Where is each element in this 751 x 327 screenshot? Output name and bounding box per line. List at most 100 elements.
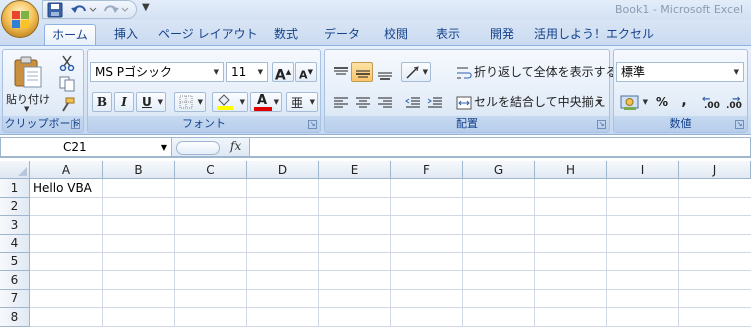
decrease-indent-button[interactable] <box>401 92 423 112</box>
cut-button[interactable] <box>55 53 77 71</box>
gridline <box>30 252 751 253</box>
font-name-combo[interactable]: MS Pゴシック ▼ <box>90 62 224 82</box>
format-painter-button[interactable] <box>55 95 77 113</box>
merge-center-button[interactable]: セルを結合して中央揃え ▼ <box>453 92 606 112</box>
tab-page-layout[interactable]: ページ レイアウト <box>158 24 258 46</box>
column-header[interactable]: G <box>463 161 535 179</box>
comma-style-button[interactable]: , <box>674 92 694 112</box>
alignment-dialog-launcher[interactable]: ↘ <box>597 120 606 129</box>
tab-data[interactable]: データ <box>318 24 366 46</box>
column-header[interactable]: J <box>679 161 751 179</box>
bold-button[interactable]: B <box>92 92 112 112</box>
increase-decimal-button[interactable]: ← .00 <box>700 92 722 112</box>
font-group: MS Pゴシック ▼ 11 ▼ A▲ A▼ B I U ▼ ▼ ▼ A ▼ 亜 … <box>87 49 321 133</box>
fill-color-button[interactable]: ▼ <box>212 92 248 112</box>
decrease-decimal-button[interactable]: → .00 <box>722 92 744 112</box>
font-color-button[interactable]: A ▼ <box>250 92 282 112</box>
copy-icon <box>59 76 75 92</box>
clipboard-dialog-launcher[interactable]: ↘ <box>71 120 80 129</box>
row-header[interactable]: 8 <box>0 308 30 327</box>
ribbon-tab-bar: ホーム 挿入 ページ レイアウト 数式 データ 校閲 表示 開発 活用しよう！エ… <box>0 20 751 46</box>
phonetic-icon: 亜 <box>291 96 304 110</box>
undo-button[interactable] <box>70 2 98 18</box>
number-dialog-launcher[interactable]: ↘ <box>735 120 744 129</box>
formula-bar-controls: fx <box>172 137 250 157</box>
font-color-swatch <box>254 107 272 111</box>
shrink-font-button[interactable]: A▼ <box>295 62 317 82</box>
row-header[interactable]: 5 <box>0 253 30 271</box>
align-middle-button[interactable] <box>351 62 373 82</box>
gridline <box>30 270 751 271</box>
row-header[interactable]: 6 <box>0 271 30 290</box>
gridline <box>30 234 751 235</box>
wrap-text-button[interactable]: 折り返して全体を表示する <box>453 62 618 82</box>
font-dialog-launcher[interactable]: ↘ <box>308 120 317 129</box>
tab-review[interactable]: 校閲 <box>376 24 416 46</box>
gridline <box>678 179 679 327</box>
column-header[interactable]: I <box>607 161 679 179</box>
accounting-format-button[interactable]: ▼ <box>617 92 651 112</box>
column-header[interactable]: E <box>319 161 391 179</box>
tab-katsuyo-excel[interactable]: 活用しよう！エクセル <box>534 24 654 46</box>
row-header[interactable]: 2 <box>0 198 30 216</box>
undo-icon <box>71 5 97 13</box>
row-header[interactable]: 3 <box>0 216 30 235</box>
name-box[interactable]: C21 ▼ <box>0 137 172 157</box>
gridline <box>30 307 751 308</box>
office-button[interactable] <box>1 0 39 38</box>
align-top-button[interactable] <box>329 62 351 82</box>
cell-a1[interactable]: Hello VBA <box>33 181 92 195</box>
phonetic-guide-button[interactable]: 亜 ▼ <box>286 92 318 112</box>
percent-style-button[interactable]: % <box>652 92 672 112</box>
copy-button[interactable] <box>55 74 77 92</box>
font-size-combo[interactable]: 11 ▼ <box>226 62 268 82</box>
row-header[interactable]: 1 <box>0 179 30 198</box>
align-right-button[interactable] <box>373 92 395 112</box>
orientation-button[interactable]: ▼ <box>401 62 431 82</box>
tab-home[interactable]: ホーム <box>44 24 96 46</box>
gridline <box>534 179 535 327</box>
column-header[interactable]: F <box>391 161 463 179</box>
underline-button[interactable]: U ▼ <box>136 92 166 112</box>
row-header[interactable]: 4 <box>0 235 30 253</box>
paste-icon <box>14 56 42 88</box>
select-all-button[interactable] <box>0 161 30 179</box>
borders-button[interactable]: ▼ <box>174 92 206 112</box>
grow-font-button[interactable]: A▲ <box>272 62 294 84</box>
gridline <box>390 179 391 327</box>
number-format-combo[interactable]: 標準 ▼ <box>616 62 744 82</box>
align-center-button[interactable] <box>351 92 373 112</box>
ribbon: 貼り付け ▼ クリップボード ↘ MS Pゴシック ▼ 11 ▼ A▲ A▼ B… <box>0 45 751 135</box>
tab-view[interactable]: 表示 <box>428 24 468 46</box>
formula-bar-splitter[interactable] <box>176 141 220 155</box>
chevron-down-icon: ▼ <box>642 98 648 106</box>
tab-formulas[interactable]: 数式 <box>266 24 306 46</box>
borders-icon <box>179 95 193 109</box>
column-header[interactable]: A <box>30 161 103 179</box>
gridline <box>318 179 319 327</box>
customize-qat-button[interactable]: ▼ <box>142 2 152 18</box>
clipboard-group: 貼り付け ▼ クリップボード ↘ <box>2 49 84 133</box>
paint-bucket-icon <box>217 94 233 110</box>
redo-icon <box>104 5 129 13</box>
align-bottom-button[interactable] <box>373 62 395 82</box>
paste-button[interactable]: 貼り付け ▼ <box>5 52 50 114</box>
increase-decimal-label: .00 <box>704 101 720 111</box>
tab-insert[interactable]: 挿入 <box>104 24 148 46</box>
italic-button[interactable]: I <box>114 92 134 112</box>
increase-indent-button[interactable] <box>423 92 445 112</box>
insert-function-button[interactable]: fx <box>230 139 241 153</box>
redo-button[interactable] <box>102 2 130 18</box>
tab-developer[interactable]: 開発 <box>480 24 524 46</box>
column-header[interactable]: H <box>535 161 607 179</box>
align-left-button[interactable] <box>329 92 351 112</box>
worksheet-grid[interactable]: A B C D E F G H I J 1 2 3 4 5 6 7 8 Hell… <box>0 161 751 327</box>
save-icon[interactable] <box>47 2 63 18</box>
row-header[interactable]: 7 <box>0 290 30 308</box>
column-header[interactable]: C <box>175 161 247 179</box>
column-header[interactable]: D <box>247 161 319 179</box>
window-title: Book1 - Microsoft Excel <box>614 3 743 16</box>
column-header[interactable]: B <box>103 161 175 179</box>
formula-input[interactable] <box>250 137 751 157</box>
scissors-icon <box>59 55 75 71</box>
